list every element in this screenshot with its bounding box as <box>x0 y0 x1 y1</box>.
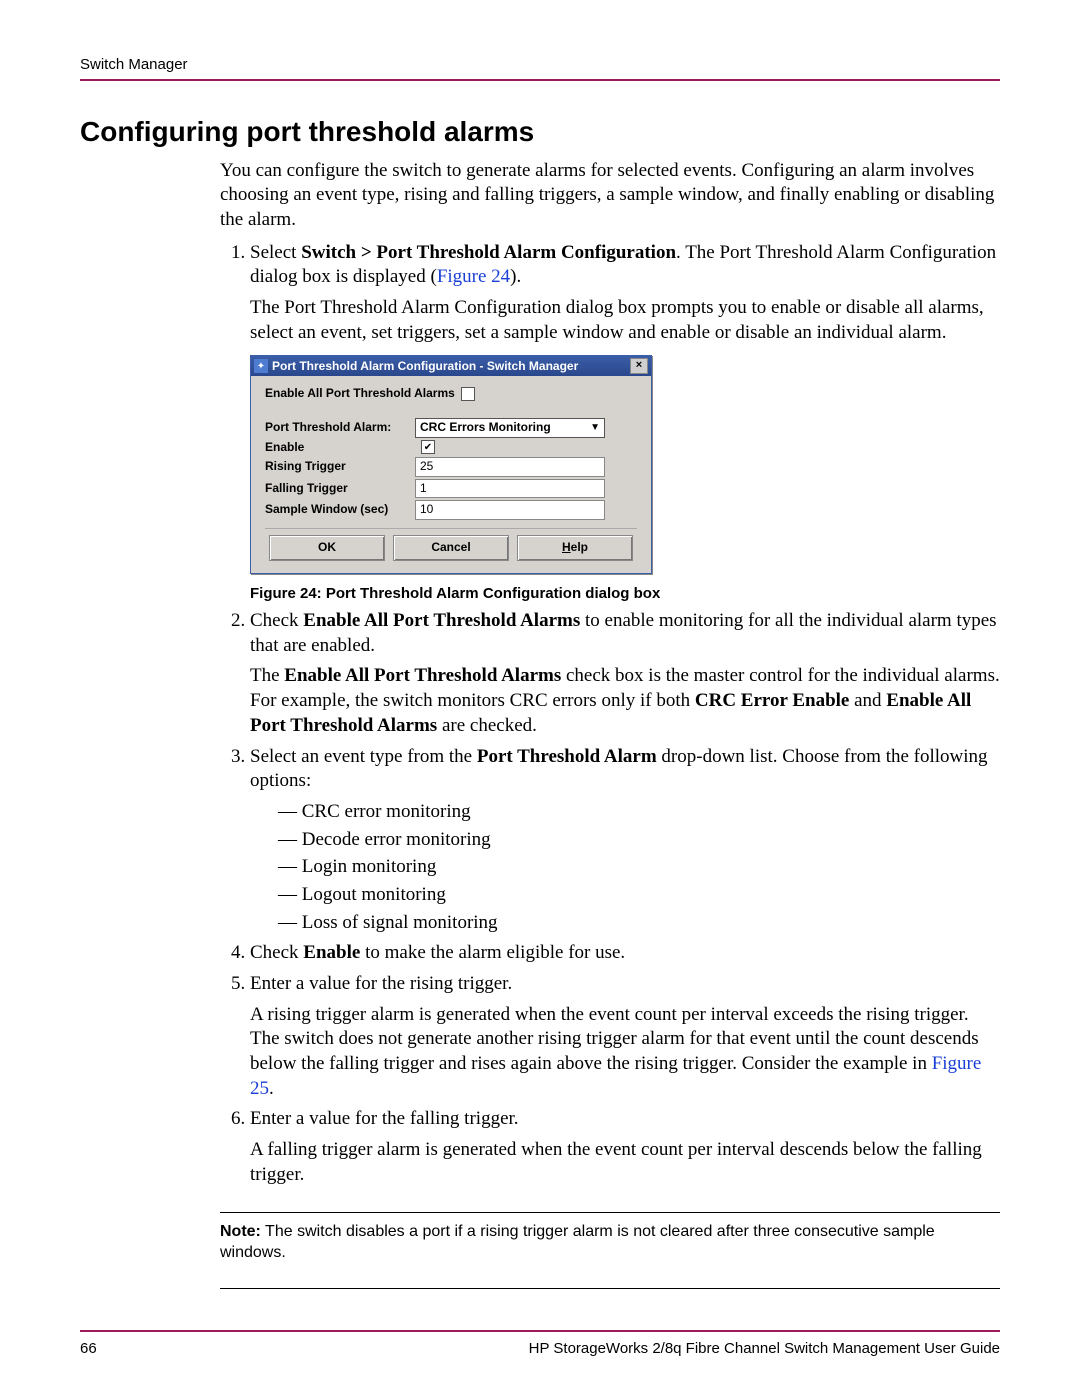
step-1-bold: Switch > Port Threshold Alarm Configurat… <box>301 242 676 263</box>
opt-login: Login monitoring <box>278 855 1000 880</box>
enable-all-checkbox[interactable] <box>461 387 475 401</box>
sample-window-input[interactable]: 10 <box>415 500 605 520</box>
opt-loss: Loss of signal monitoring <box>278 911 1000 936</box>
step-6-after: A falling trigger alarm is generated whe… <box>250 1138 1000 1187</box>
rising-trigger-label: Rising Trigger <box>265 459 415 475</box>
step-5-after: A rising trigger alarm is generated when… <box>250 1003 1000 1102</box>
note-text: The switch disables a port if a rising t… <box>220 1223 935 1262</box>
ok-button[interactable]: OK <box>269 535 385 561</box>
port-threshold-dialog: ✦ Port Threshold Alarm Configuration - S… <box>250 355 652 573</box>
falling-trigger-input[interactable]: 1 <box>415 479 605 499</box>
falling-trigger-label: Falling Trigger <box>265 481 415 497</box>
header-rule <box>80 79 1000 81</box>
doc-title: HP StorageWorks 2/8q Fibre Channel Switc… <box>529 1340 1000 1357</box>
step-1-after: The Port Threshold Alarm Configuration d… <box>250 296 1000 345</box>
note-label: Note: <box>220 1223 261 1240</box>
alarm-type-label: Port Threshold Alarm: <box>265 420 415 436</box>
page-footer: 66 HP StorageWorks 2/8q Fibre Channel Sw… <box>80 1310 1000 1357</box>
step-3-b: Port Threshold Alarm <box>477 746 657 767</box>
sample-window-label: Sample Window (sec) <box>265 502 415 518</box>
opt-crc: CRC error monitoring <box>278 800 1000 825</box>
event-type-options: CRC error monitoring Decode error monito… <box>250 800 1000 935</box>
note-block: Note: The switch disables a port if a ri… <box>220 1221 1000 1264</box>
figure-24-caption: Figure 24: Port Threshold Alarm Configur… <box>250 584 1000 604</box>
alarm-type-select[interactable]: CRC Errors Monitoring ▼ <box>415 418 605 438</box>
step-1-text-d: ). <box>510 266 521 287</box>
dialog-titlebar: ✦ Port Threshold Alarm Configuration - S… <box>251 356 651 376</box>
step-5: Enter a value for the rising trigger. A … <box>250 972 1000 1101</box>
note-rule-top <box>220 1212 1000 1213</box>
page-title: Configuring port threshold alarms <box>80 115 1000 149</box>
page-number: 66 <box>80 1340 97 1357</box>
dialog-title: Port Threshold Alarm Configuration - Swi… <box>272 359 630 375</box>
alarm-type-value: CRC Errors Monitoring <box>420 420 551 436</box>
enable-label: Enable <box>265 440 415 456</box>
note-rule-bottom <box>220 1288 1000 1289</box>
enable-checkbox[interactable]: ✔ <box>421 440 435 454</box>
enable-all-label: Enable All Port Threshold Alarms <box>265 386 455 402</box>
step-2-after: The Enable All Port Threshold Alarms che… <box>250 664 1000 738</box>
step-2-a: Check <box>250 610 303 631</box>
step-4: Check Enable to make the alarm eligible … <box>250 941 1000 966</box>
rising-trigger-input[interactable]: 25 <box>415 457 605 477</box>
step-3-a: Select an event type from the <box>250 746 477 767</box>
cancel-button[interactable]: Cancel <box>393 535 509 561</box>
intro-paragraph: You can configure the switch to generate… <box>220 159 1000 233</box>
running-head: Switch Manager <box>80 56 1000 73</box>
close-icon[interactable]: × <box>630 358 648 374</box>
step-1-text-a: Select <box>250 242 301 263</box>
step-6: Enter a value for the falling trigger. A… <box>250 1107 1000 1187</box>
help-button[interactable]: Help <box>517 535 633 561</box>
footer-rule <box>80 1330 1000 1332</box>
figure-24-link[interactable]: Figure 24 <box>437 266 510 287</box>
opt-decode: Decode error monitoring <box>278 828 1000 853</box>
step-1: Select Switch > Port Threshold Alarm Con… <box>250 241 1000 603</box>
step-2-b: Enable All Port Threshold Alarms <box>303 610 580 631</box>
step-3: Select an event type from the Port Thres… <box>250 745 1000 936</box>
app-icon: ✦ <box>254 359 268 373</box>
opt-logout: Logout monitoring <box>278 883 1000 908</box>
chevron-down-icon: ▼ <box>590 421 600 434</box>
step-2: Check Enable All Port Threshold Alarms t… <box>250 609 1000 738</box>
